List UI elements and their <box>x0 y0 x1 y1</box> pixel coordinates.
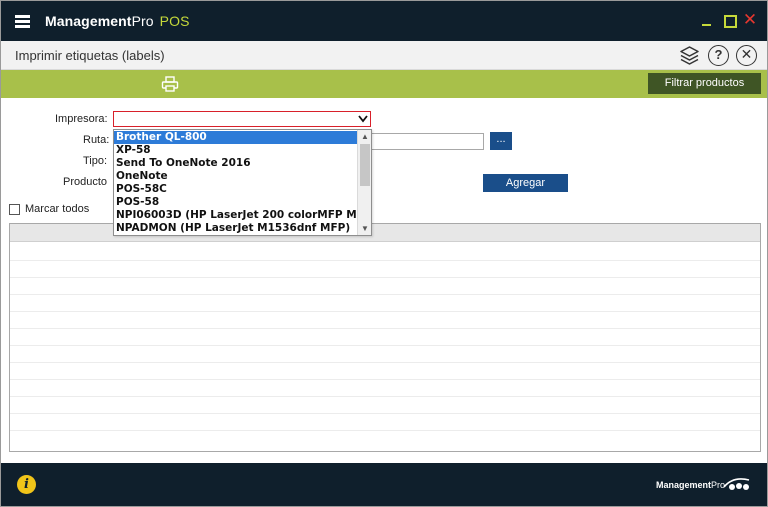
printer-label: Impresora: <box>55 113 108 125</box>
page-title: Imprimir etiquetas (labels) <box>15 48 165 63</box>
grid-row-line <box>10 396 760 397</box>
printer-option[interactable]: POS-58 <box>114 196 357 209</box>
labels-grid[interactable] <box>9 223 761 452</box>
grid-row-line <box>10 362 760 363</box>
printer-icon[interactable] <box>161 76 179 92</box>
select-all-label: Marcar todos <box>25 203 90 215</box>
printer-select[interactable] <box>113 111 371 127</box>
product-label: Producto <box>63 176 108 188</box>
grid-row-line <box>10 294 760 295</box>
printer-option[interactable]: NPI06003D (HP LaserJet 200 colorMFP M276… <box>114 209 371 222</box>
app-name-main: Management <box>45 13 132 29</box>
info-icon[interactable]: i <box>17 475 36 494</box>
footer-brand-name: Management <box>656 480 712 490</box>
help-icon[interactable]: ? <box>708 45 729 66</box>
printer-option[interactable]: NPADMON (HP LaserJet M1536dnf MFP) <box>114 222 357 235</box>
hamburger-menu-icon[interactable] <box>15 15 30 28</box>
scroll-up-icon[interactable]: ▲ <box>358 130 371 143</box>
close-icon[interactable]: ✕ <box>742 11 758 28</box>
grid-row-line <box>10 430 760 431</box>
printer-option[interactable]: Send To OneNote 2016 <box>114 157 357 170</box>
grid-row-line <box>10 277 760 278</box>
title-bar: ManagementPro POS ✕ <box>1 1 767 41</box>
app-window: ManagementPro POS ✕ Imprimir etiquetas (… <box>0 0 768 507</box>
printer-dropdown-list[interactable]: Brother QL-800 XP-58 Send To OneNote 201… <box>113 129 372 236</box>
grid-row-line <box>10 345 760 346</box>
path-label: Ruta: <box>83 134 110 146</box>
app-name-suffix: POS <box>159 13 190 29</box>
printer-option[interactable]: Brother QL-800 <box>114 131 357 144</box>
dropdown-scrollbar[interactable]: ▲ ▼ <box>357 130 371 235</box>
app-name: ManagementPro POS <box>45 13 190 29</box>
brand-logo-icon <box>723 475 751 493</box>
grid-row-line <box>10 328 760 329</box>
browse-path-button[interactable]: ... <box>490 132 512 150</box>
close-circle-icon[interactable]: ✕ <box>736 45 757 66</box>
chevron-down-icon[interactable] <box>356 112 370 125</box>
maximize-icon[interactable] <box>721 12 737 28</box>
minimize-icon[interactable] <box>699 12 715 28</box>
scroll-down-icon[interactable]: ▼ <box>358 222 371 235</box>
printer-option[interactable]: OneNote <box>114 170 357 183</box>
add-button[interactable]: Agregar <box>483 174 568 192</box>
select-all-checkbox[interactable] <box>9 204 20 215</box>
app-name-pro: Pro <box>131 13 154 29</box>
grid-row-line <box>10 311 760 312</box>
grid-row-line <box>10 379 760 380</box>
printer-option[interactable]: XP-58 <box>114 144 357 157</box>
printer-option[interactable]: POS-58C <box>114 183 357 196</box>
type-label: Tipo: <box>83 155 108 167</box>
filter-products-button[interactable]: Filtrar productos <box>648 73 761 94</box>
footer-brand: ManagementPro <box>656 480 725 490</box>
grid-row-line <box>10 413 760 414</box>
layers-icon[interactable] <box>679 45 700 66</box>
scrollbar-thumb[interactable] <box>360 144 370 186</box>
grid-row-line <box>10 260 760 261</box>
path-input[interactable] <box>371 133 484 150</box>
footer-bar: i ManagementPro <box>1 463 767 506</box>
page-header: Imprimir etiquetas (labels) ? ✕ <box>1 41 767 70</box>
toolbar: Filtrar productos <box>1 70 767 98</box>
